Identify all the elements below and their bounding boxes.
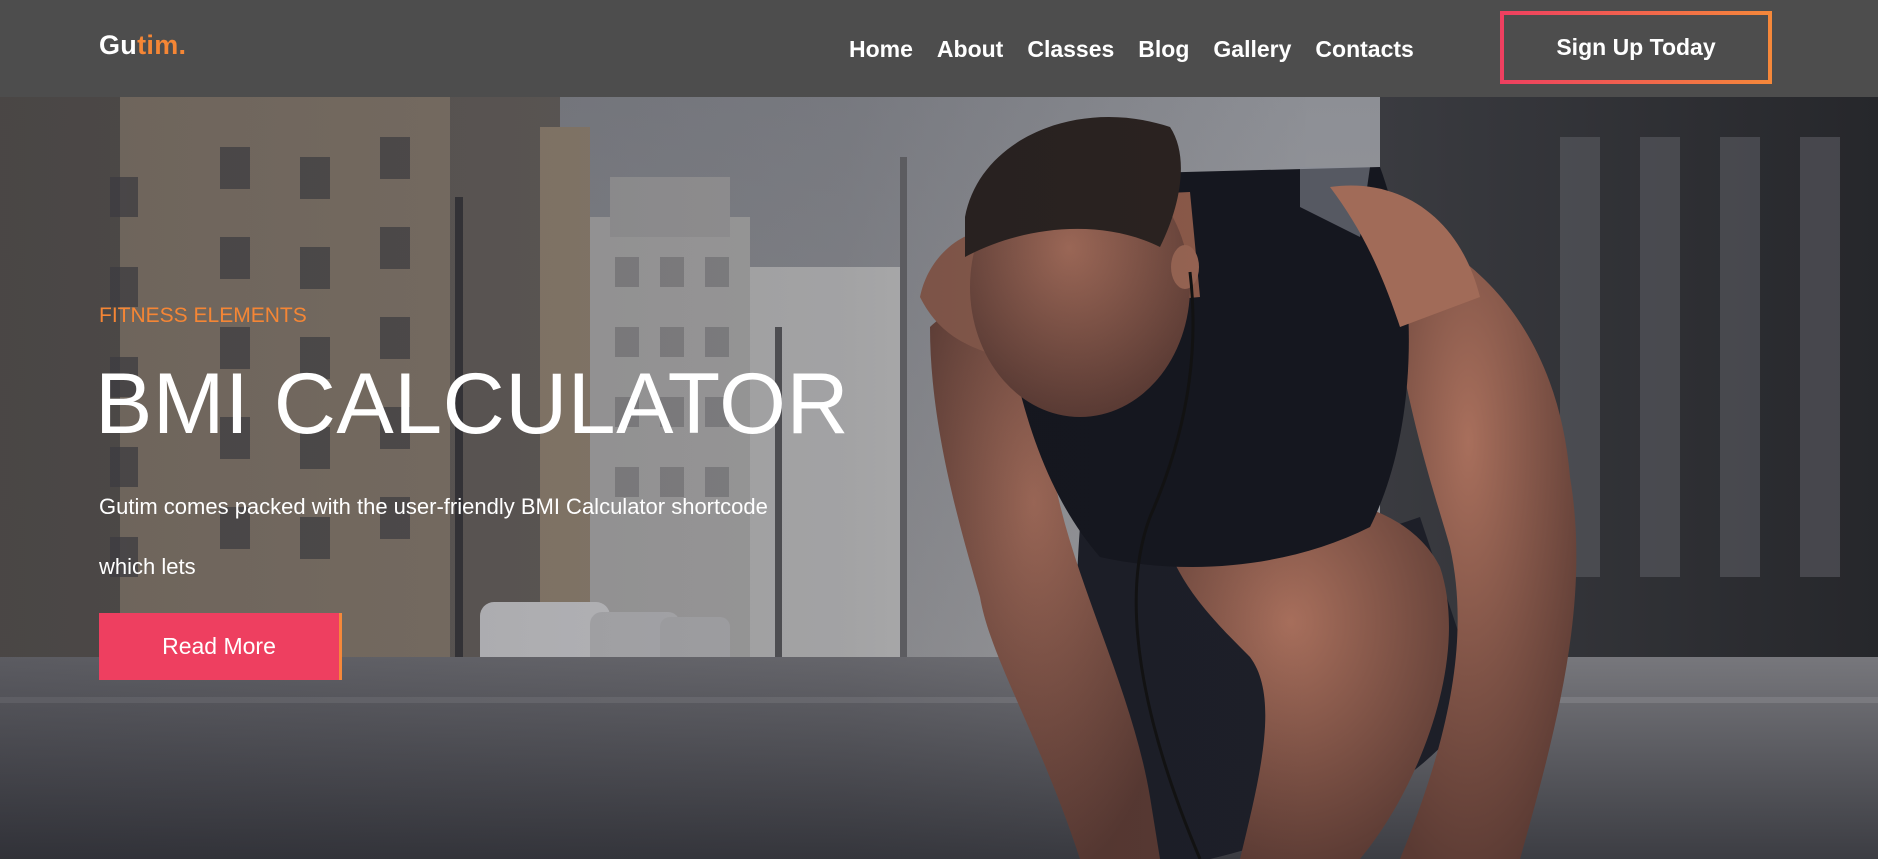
logo-text: Gu <box>99 30 138 60</box>
main-nav: Home About Classes Blog Gallery Contacts <box>849 36 1414 63</box>
logo-accent-text: tim. <box>137 30 187 60</box>
hero-description: Gutim comes packed with the user-friendl… <box>99 494 768 579</box>
hero-content: FITNESS ELEMENTS BMI CALCULATOR Gutim co… <box>95 97 899 859</box>
hero-title: BMI CALCULATOR <box>95 356 850 452</box>
nav-item-classes[interactable]: Classes <box>1027 36 1114 63</box>
sign-up-button[interactable]: Sign Up Today <box>1500 11 1772 84</box>
read-more-button[interactable]: Read More <box>99 613 339 680</box>
nav-item-about[interactable]: About <box>937 36 1003 63</box>
nav-item-home[interactable]: Home <box>849 36 913 63</box>
site-logo[interactable]: Gutim. <box>99 30 186 61</box>
nav-item-contacts[interactable]: Contacts <box>1315 36 1413 63</box>
nav-item-gallery[interactable]: Gallery <box>1213 36 1291 63</box>
site-header: Gutim. Home About Classes Blog Gallery C… <box>0 0 1878 97</box>
hero-eyebrow: FITNESS ELEMENTS <box>99 304 307 327</box>
nav-item-blog[interactable]: Blog <box>1138 36 1189 63</box>
